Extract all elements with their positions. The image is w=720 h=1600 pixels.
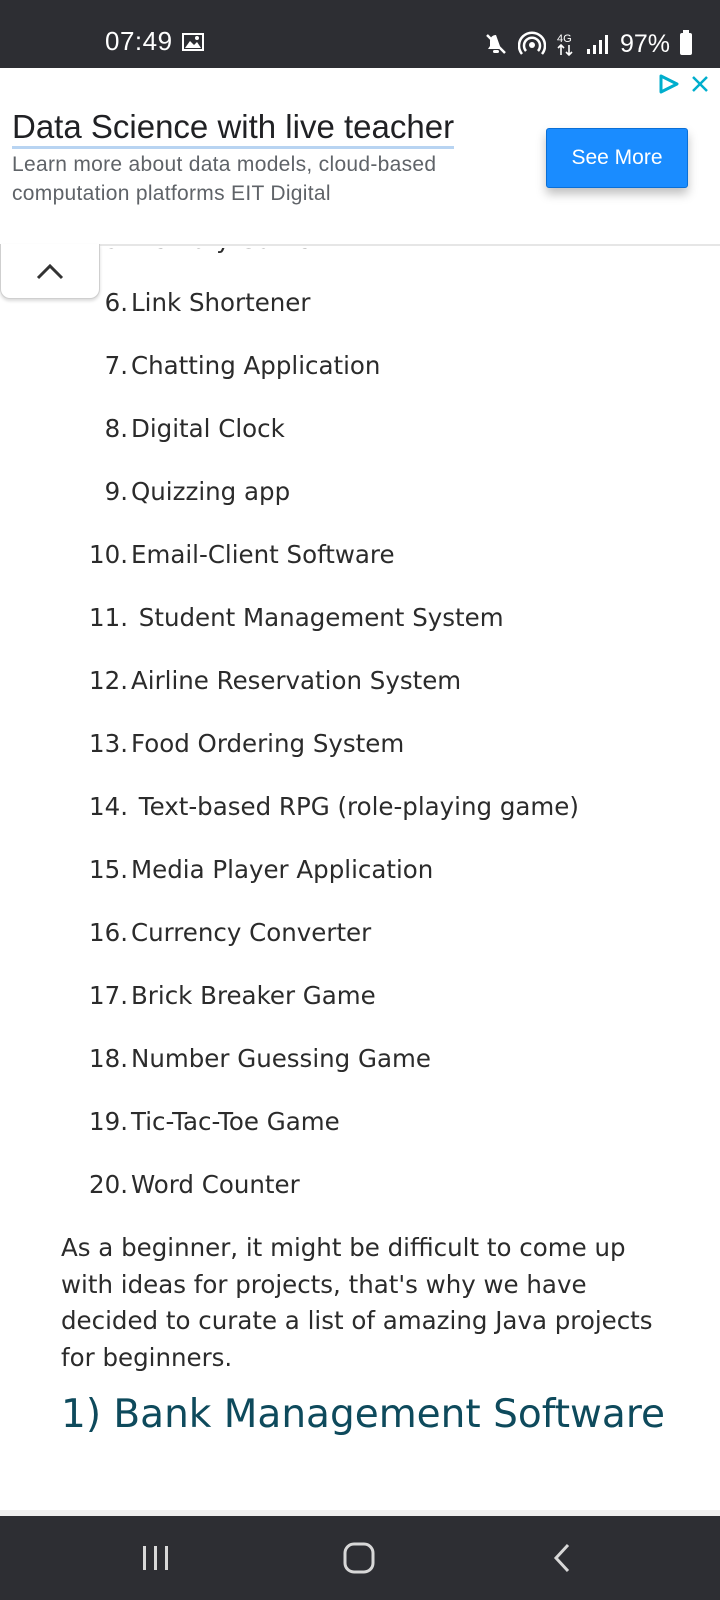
list-item-text: Food Ordering System: [131, 729, 405, 758]
list-item-number: 9.: [104, 477, 128, 506]
battery-percentage: 97%: [619, 29, 670, 58]
list-item-number: 14.: [89, 792, 128, 821]
gallery-icon: [182, 33, 204, 51]
list-item-text: Digital Clock: [131, 414, 285, 443]
list-item-text: Student Management System: [131, 603, 504, 632]
list-item-text: Text-based RPG (role-playing game): [131, 792, 579, 821]
list-item-number: 5.: [105, 248, 128, 271]
list-item-text: Tic-Tac-Toe Game: [131, 1107, 340, 1136]
list-item-text: Quizzing app: [131, 477, 291, 506]
list-item: 15. Media Player Application: [0, 838, 720, 901]
close-icon[interactable]: [690, 74, 710, 94]
section-heading: 1) Bank Management Software: [61, 1392, 666, 1437]
status-icons: 4G 97%: [484, 28, 692, 60]
list-item: 6. Link Shortener: [0, 271, 720, 334]
list-item-number: 6.: [104, 288, 128, 317]
4g-data-icon: 4G: [557, 33, 573, 57]
ad-description: Learn more about data models, cloud-base…: [12, 153, 437, 205]
back-button[interactable]: [532, 1536, 592, 1580]
signal-icon: [586, 35, 608, 54]
list-item-text: Media Player Application: [131, 855, 434, 884]
list-item: 19. Tic-Tac-Toe Game: [0, 1090, 720, 1153]
list-item: 5.Memory Game: [0, 248, 720, 271]
collapse-ad-button[interactable]: [0, 244, 100, 299]
hotspot-icon: [517, 31, 546, 55]
list-item-number: 16.: [89, 918, 128, 947]
list-item: 14. Text-based RPG (role-playing game): [0, 775, 720, 838]
list-item-text: Memory Game: [131, 248, 311, 271]
list-item: 17. Brick Breaker Game: [0, 964, 720, 1027]
list-item-number: 7.: [104, 351, 128, 380]
home-icon: [343, 1542, 375, 1574]
recent-apps-icon: [143, 1546, 168, 1570]
intro-paragraph: As a beginner, it might be difficult to …: [61, 1233, 653, 1372]
list-item-number: 12.: [89, 666, 128, 695]
list-item-text: Currency Converter: [131, 918, 372, 947]
list-item-number: 19.: [89, 1107, 128, 1136]
list-item: 16. Currency Converter: [0, 901, 720, 964]
project-list: 5.Memory Game6.Link Shortener7.Chatting …: [0, 248, 720, 1216]
list-item-text: Airline Reservation System: [131, 666, 462, 695]
list-item-number: 11.: [89, 603, 128, 632]
home-button[interactable]: [329, 1536, 389, 1580]
list-item-text: Link Shortener: [131, 288, 311, 317]
status-time: 07:49: [105, 26, 173, 56]
list-item: 12. Airline Reservation System: [0, 649, 720, 712]
ad-title[interactable]: Data Science with live teacher: [12, 108, 455, 149]
list-item: 8. Digital Clock: [0, 397, 720, 460]
list-item-text: Number Guessing Game: [131, 1044, 431, 1073]
ad-choices-icon[interactable]: [658, 74, 680, 94]
status-bar: 07:49 4G 97%: [0, 0, 720, 68]
list-item: 13. Food Ordering System: [0, 712, 720, 775]
list-item-number: 20.: [89, 1170, 128, 1199]
list-item: 9. Quizzing app: [0, 460, 720, 523]
list-item: 7. Chatting Application: [0, 334, 720, 397]
navigation-bar: [0, 1516, 720, 1600]
list-item: 11. Student Management System: [0, 586, 720, 649]
list-item-text: Email-Client Software: [131, 540, 395, 569]
back-icon: [553, 1543, 570, 1573]
list-item: 20. Word Counter: [0, 1153, 720, 1216]
svg-text:4G: 4G: [557, 33, 572, 45]
recent-apps-button[interactable]: [126, 1536, 186, 1580]
mute-icon: [486, 34, 506, 54]
list-item-text: Brick Breaker Game: [131, 981, 376, 1010]
list-item-text: Word Counter: [131, 1170, 300, 1199]
article-content: 5.Memory Game6.Link Shortener7.Chatting …: [0, 248, 720, 1510]
list-item-text: Chatting Application: [131, 351, 381, 380]
list-item: 10. Email-Client Software: [0, 523, 720, 586]
chevron-up-icon: [36, 263, 64, 280]
list-item-number: 18.: [89, 1044, 128, 1073]
list-item-number: 17.: [89, 981, 128, 1010]
list-item-number: 13.: [89, 729, 128, 758]
ad-banner[interactable]: Data Science with live teacher Learn mor…: [0, 68, 720, 246]
battery-icon: [680, 30, 692, 55]
list-item-number: 15.: [89, 855, 128, 884]
list-item-number: 8.: [104, 414, 128, 443]
see-more-button[interactable]: See More: [546, 128, 688, 188]
list-item: 18. Number Guessing Game: [0, 1027, 720, 1090]
list-item-number: 10.: [89, 540, 128, 569]
